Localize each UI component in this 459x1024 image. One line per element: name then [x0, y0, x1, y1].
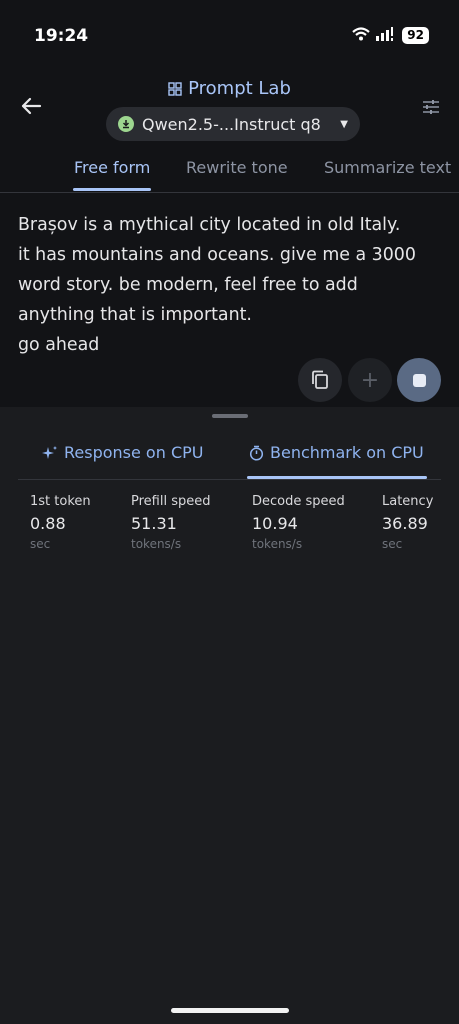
settings-button[interactable]: [421, 97, 441, 117]
copy-button[interactable]: [298, 358, 342, 402]
signal-icon: [376, 26, 396, 45]
divider: [18, 479, 441, 480]
metric-decode-speed: Decode speed 10.94 tokens/s: [252, 494, 345, 551]
metric-latency: Latency 36.89 sec: [382, 494, 433, 551]
model-name: Qwen2.5-...Instruct q8: [142, 114, 321, 134]
metric-label: Prefill speed: [131, 494, 211, 509]
add-button[interactable]: +: [348, 358, 392, 402]
metric-unit: tokens/s: [252, 537, 303, 551]
metric-value: 51.31: [131, 514, 177, 533]
metric-unit: tokens/s: [131, 537, 182, 551]
stop-icon: [412, 373, 426, 387]
chevron-down-icon: ▼: [340, 118, 348, 130]
metric-label: Latency: [382, 494, 434, 509]
divider: [0, 192, 459, 193]
tab-rewrite-tone[interactable]: Rewrite tone: [186, 158, 288, 177]
tab-summarize-text[interactable]: Summarize text: [324, 158, 451, 177]
tab-response[interactable]: Response on CPU: [42, 443, 203, 462]
home-indicator[interactable]: [171, 1008, 289, 1013]
tab-benchmark[interactable]: Benchmark on CPU: [249, 443, 424, 462]
timer-icon: [249, 445, 264, 461]
metric-value: 10.94: [252, 514, 298, 533]
metric-label: Decode speed: [252, 494, 345, 509]
model-selector[interactable]: Qwen2.5-...Instruct q8 ▼: [106, 107, 360, 141]
download-icon: [118, 116, 134, 132]
prompt-input[interactable]: Brașov is a mythical city located in old…: [18, 210, 448, 360]
wifi-icon: [352, 26, 371, 45]
sparkle-icon: [42, 445, 57, 459]
tab-free-form[interactable]: Free form: [74, 158, 150, 177]
title-text: Prompt Lab: [188, 78, 291, 99]
metric-prefill-speed: Prefill speed 51.31 tokens/s: [131, 494, 211, 551]
status-icons: 92: [352, 26, 429, 45]
prompt-panel: 19:24 92 Prompt Lab Qwen2.5-...Instruct …: [0, 0, 459, 407]
plus-icon: +: [360, 367, 380, 393]
page-title: Prompt Lab: [0, 78, 459, 101]
active-tab-indicator: [73, 188, 151, 191]
prompt-tabs: Free form Rewrite tone Summarize text: [0, 152, 459, 192]
sliders-icon: [423, 100, 439, 114]
metric-unit: sec: [382, 537, 403, 551]
tab-response-label: Response on CPU: [64, 443, 204, 462]
drag-handle[interactable]: [212, 414, 248, 418]
status-time: 19:24: [34, 26, 89, 46]
copy-icon: [312, 370, 328, 389]
metric-unit: sec: [30, 537, 51, 551]
metric-value: 0.88: [30, 514, 66, 533]
grid-icon: [168, 80, 182, 101]
metric-first-token: 1st token 0.88 sec: [30, 494, 91, 551]
stop-button[interactable]: [397, 358, 441, 402]
metric-value: 36.89: [382, 514, 428, 533]
metric-label: 1st token: [30, 494, 91, 509]
tab-benchmark-label: Benchmark on CPU: [270, 443, 424, 462]
battery-level: 92: [402, 27, 429, 44]
